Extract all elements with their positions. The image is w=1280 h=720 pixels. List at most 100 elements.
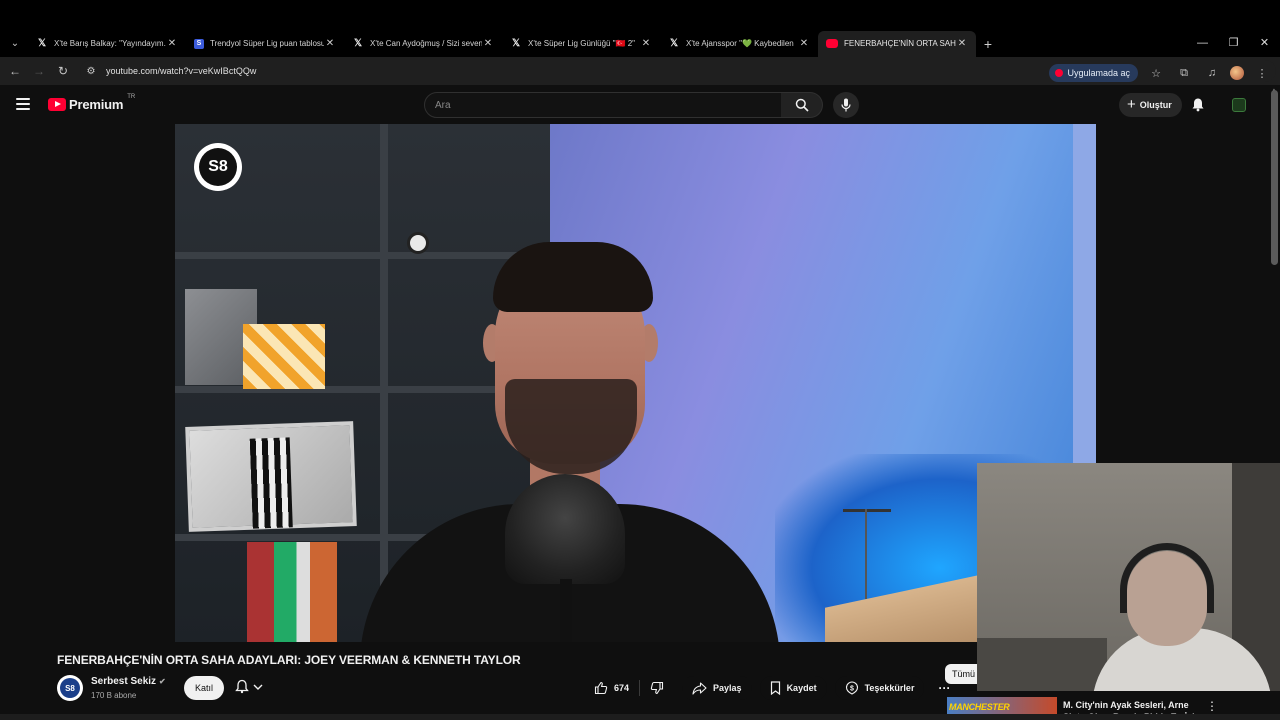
microphone-arm: [560, 579, 572, 642]
youtube-logo[interactable]: Premium TR: [48, 93, 136, 112]
thumbnail-text: MANCHESTER: [949, 702, 1010, 712]
reload-icon[interactable]: ↻: [51, 64, 75, 78]
thanks-button[interactable]: $ Teşekkürler: [834, 676, 925, 700]
close-icon[interactable]: ✕: [166, 38, 178, 49]
close-icon[interactable]: ✕: [324, 38, 336, 49]
like-count: 674: [614, 683, 630, 693]
video-actions: 674 Paylaş Kaydet $ Teşekkürler ···: [584, 676, 956, 700]
tab-title: X'te Süper Lig Günlüğü "🇹🇷 2": [528, 39, 636, 48]
back-icon[interactable]: ←: [3, 64, 27, 78]
dislike-button[interactable]: [640, 681, 674, 695]
taskbar-edge: [0, 714, 1280, 720]
browser-tab[interactable]: 𝕏 X'te Can Aydoğmuş / Sizi seven ✕: [344, 31, 502, 57]
voice-search-button[interactable]: [833, 92, 859, 118]
channel-avatar[interactable]: S8: [57, 675, 83, 701]
search-placeholder: Ara: [435, 100, 451, 111]
close-window-icon[interactable]: ✕: [1249, 30, 1280, 57]
scrollbar-thumb[interactable]: [1271, 90, 1278, 265]
studio-microphone: [505, 474, 625, 584]
webcam-overlay: [977, 463, 1280, 691]
browser-menu-icon[interactable]: ⋮: [1252, 67, 1272, 80]
share-button[interactable]: Paylaş: [682, 676, 752, 700]
tab-title: Trendyol Süper Lig puan tablosu: [210, 39, 324, 48]
search-button[interactable]: [781, 92, 823, 118]
address-bar: ← → ↻ ⚙ youtube.com/watch?v=veKwIBctQQw …: [0, 57, 1280, 85]
x-icon: 𝕏: [669, 38, 679, 49]
youtube-play-icon: [48, 98, 66, 111]
trendyol-icon: S: [194, 38, 204, 49]
video-player[interactable]: S8: [175, 124, 1096, 642]
save-button[interactable]: Kaydet: [759, 676, 827, 700]
filter-chip-all[interactable]: Tümü: [945, 664, 977, 684]
account-avatar[interactable]: [1232, 98, 1246, 112]
like-button[interactable]: 674: [584, 680, 641, 696]
create-label: Oluştur: [1139, 100, 1172, 110]
more-vertical-icon[interactable]: ⋮: [1206, 699, 1218, 713]
browser-tab-active[interactable]: FENERBAHÇE'NİN ORTA SAHA ✕: [818, 30, 976, 57]
browser-tab[interactable]: 𝕏 X'te Süper Lig Günlüğü "🇹🇷 2" ✕: [502, 31, 660, 57]
menu-icon[interactable]: [16, 98, 30, 110]
watermark-text: S8: [199, 148, 237, 186]
profile-avatar[interactable]: [1230, 66, 1244, 80]
like-dislike-group: 674: [584, 676, 674, 700]
tab-title: FENERBAHÇE'NİN ORTA SAHA: [844, 39, 956, 48]
browser-tab[interactable]: 𝕏 X'te Ajansspor "💚 Kaybedilen ✕: [660, 31, 818, 57]
extensions-icon[interactable]: ⧉: [1174, 67, 1194, 80]
new-tab-button[interactable]: +: [976, 36, 1000, 52]
save-label: Kaydet: [786, 683, 817, 693]
open-in-app-button[interactable]: Uygulamada aç: [1049, 64, 1138, 82]
region-code: TR: [127, 93, 136, 100]
youtube-header: Premium TR Ara + Oluştur: [0, 87, 1280, 124]
notifications-bell-icon[interactable]: [1191, 97, 1205, 112]
chevron-down-icon: [253, 684, 263, 690]
shelf-books: [247, 542, 337, 642]
join-button[interactable]: Katıl: [184, 676, 224, 700]
bookmark-star-icon[interactable]: ☆: [1146, 67, 1166, 80]
svg-text:$: $: [850, 686, 854, 693]
x-icon: 𝕏: [37, 38, 47, 49]
youtube-icon: [826, 39, 838, 48]
x-icon: 𝕏: [353, 38, 363, 49]
share-label: Paylaş: [713, 683, 742, 693]
search-icon: [795, 98, 809, 112]
site-info-icon[interactable]: ⚙: [80, 66, 102, 77]
url-text[interactable]: youtube.com/watch?v=veKwIBctQQw: [106, 66, 256, 76]
tab-bar: ⌄ 𝕏 X'te Barış Balkay: "Yayındayım." ✕ S…: [0, 30, 1280, 57]
close-icon[interactable]: ✕: [798, 38, 810, 49]
shelf-photo-frame: [185, 421, 357, 532]
super-thanks-icon: $: [845, 681, 858, 695]
browser-tab[interactable]: 𝕏 X'te Barış Balkay: "Yayındayım." ✕: [28, 31, 186, 57]
titlebar: [0, 0, 1280, 30]
plus-icon: +: [1127, 96, 1136, 113]
bookmark-icon: [770, 681, 780, 695]
channel-avatar-text: S8: [60, 678, 80, 698]
subscription-bell-button[interactable]: [235, 679, 263, 694]
create-button[interactable]: + Oluştur: [1119, 93, 1182, 117]
channel-name[interactable]: Serbest Sekiz ✔: [91, 676, 166, 687]
channel-name-text[interactable]: Serbest Sekiz: [91, 676, 156, 687]
address-actions: Uygulamada aç ☆ ⧉ ♫ ⋮: [1049, 64, 1272, 82]
webcam-bed: [977, 638, 1107, 691]
close-icon[interactable]: ✕: [640, 38, 652, 49]
open-in-app-label: Uygulamada aç: [1067, 68, 1130, 78]
desk-lamp-stand: [865, 509, 867, 599]
channel-row: S8 Serbest Sekiz ✔ 170 B abone Katıl 674 …: [57, 674, 957, 702]
bell-icon: [235, 679, 249, 694]
channel-watermark[interactable]: S8: [194, 143, 242, 191]
browser-tab[interactable]: S Trendyol Süper Lig puan tablosu ✕: [186, 31, 344, 57]
close-icon[interactable]: ✕: [956, 38, 968, 49]
logo-text: Premium: [69, 97, 124, 112]
restore-icon[interactable]: ❐: [1218, 30, 1249, 57]
tab-title: X'te Barış Balkay: "Yayındayım.": [54, 39, 166, 48]
microphone-icon: [841, 98, 851, 112]
tab-search-button[interactable]: ⌄: [2, 33, 28, 55]
forward-icon[interactable]: →: [27, 64, 51, 78]
omnibox[interactable]: ⚙ youtube.com/watch?v=veKwIBctQQw Uygula…: [80, 60, 1276, 82]
minimize-icon[interactable]: —: [1187, 30, 1218, 57]
search-input[interactable]: Ara: [424, 92, 782, 118]
media-control-icon[interactable]: ♫: [1202, 67, 1222, 79]
youtube-icon: [1055, 69, 1064, 77]
presenter-hair: [493, 242, 653, 312]
tab-title: X'te Can Aydoğmuş / Sizi seven: [370, 39, 482, 48]
close-icon[interactable]: ✕: [482, 38, 494, 49]
